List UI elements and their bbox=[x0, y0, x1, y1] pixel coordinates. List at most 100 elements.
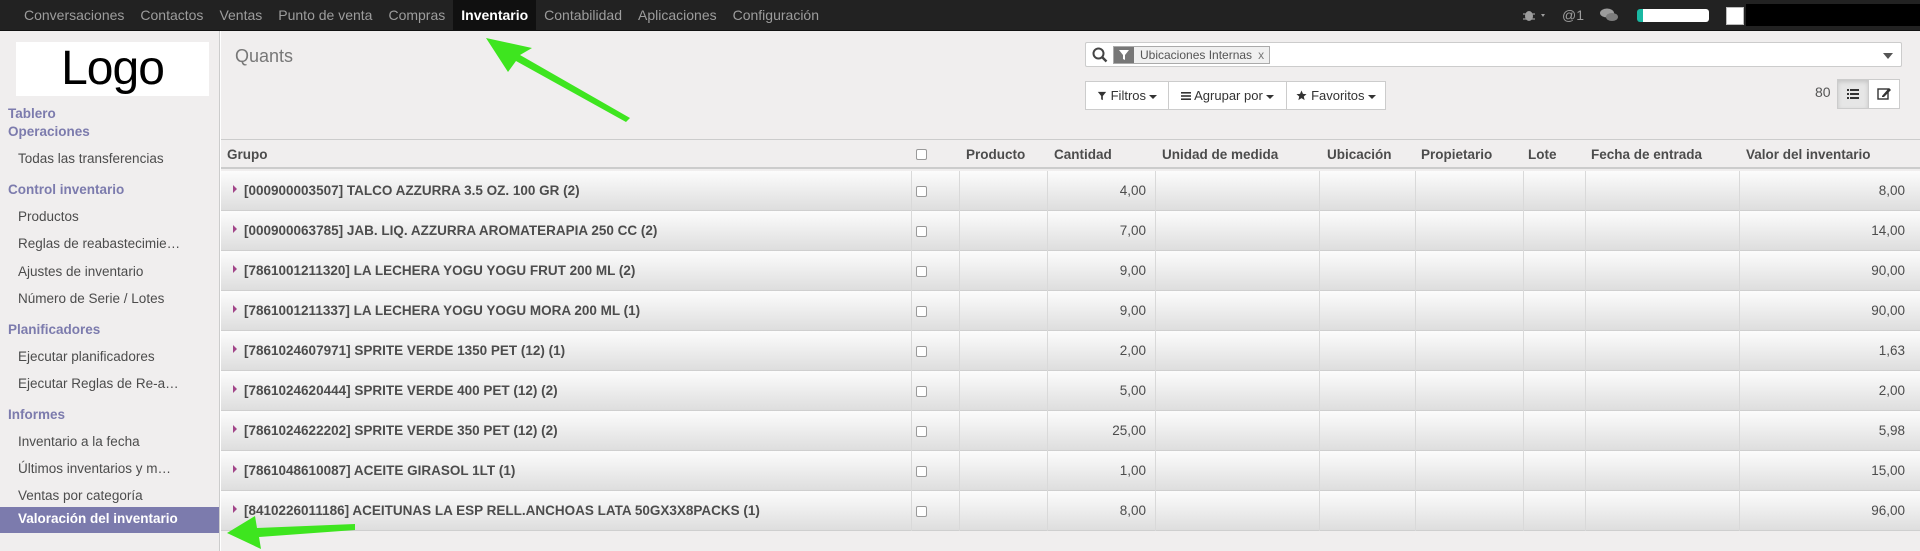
table-row[interactable]: [000900003507] TALCO AZZURRA 3.5 OZ. 100… bbox=[221, 171, 1920, 211]
col-fecha-entrada[interactable]: Fecha de entrada bbox=[1591, 147, 1702, 162]
expand-caret-icon[interactable] bbox=[233, 265, 237, 273]
annotation-arrow-top bbox=[486, 38, 630, 122]
table-row[interactable]: [7861024620444] SPRITE VERDE 400 PET (12… bbox=[221, 371, 1920, 411]
group-label[interactable]: [7861024607971] SPRITE VERDE 1350 PET (1… bbox=[244, 343, 565, 358]
column-divider bbox=[1585, 451, 1586, 491]
row-checkbox[interactable] bbox=[916, 226, 927, 237]
expand-caret-icon[interactable] bbox=[233, 385, 237, 393]
search-icon[interactable] bbox=[1092, 47, 1108, 63]
filters-label: Filtros bbox=[1110, 88, 1146, 103]
column-divider bbox=[1319, 371, 1320, 411]
row-checkbox[interactable] bbox=[916, 266, 927, 277]
form-view-button[interactable] bbox=[1868, 79, 1900, 109]
menu-inventario[interactable]: Inventario bbox=[453, 0, 537, 30]
mentions-counter[interactable]: @1 bbox=[1562, 7, 1584, 23]
col-grupo[interactable]: Grupo bbox=[227, 147, 268, 162]
sidebar-item-todas-transferencias[interactable]: Todas las transferencias bbox=[18, 151, 164, 166]
menu-configuracion[interactable]: Configuración bbox=[725, 0, 827, 30]
user-menu[interactable] bbox=[1746, 4, 1920, 26]
star-icon bbox=[1296, 88, 1311, 103]
expand-caret-icon[interactable] bbox=[233, 185, 237, 193]
menu-compras[interactable]: Compras bbox=[380, 0, 453, 30]
expand-caret-icon[interactable] bbox=[233, 305, 237, 313]
sidebar-item-ventas-categoria[interactable]: Ventas por categoría bbox=[18, 488, 143, 503]
column-divider bbox=[1739, 491, 1740, 531]
group-by-button[interactable]: Agrupar por bbox=[1168, 81, 1287, 110]
menu-punto-de-venta[interactable]: Punto de venta bbox=[270, 0, 380, 30]
facet-remove-icon[interactable]: x bbox=[1258, 47, 1269, 63]
search-bar[interactable]: Ubicaciones Internas x bbox=[1085, 42, 1902, 67]
user-avatar[interactable] bbox=[1726, 7, 1744, 25]
expand-caret-icon[interactable] bbox=[233, 345, 237, 353]
row-checkbox[interactable] bbox=[916, 306, 927, 317]
list-view-button[interactable] bbox=[1837, 79, 1869, 109]
quantity-cell: 7,00 bbox=[1119, 223, 1146, 238]
filters-button[interactable]: Filtros bbox=[1085, 81, 1169, 110]
sidebar-item-inventario-fecha[interactable]: Inventario a la fecha bbox=[18, 434, 140, 449]
group-label[interactable]: [000900063785] JAB. LIQ. AZZURRA AROMATE… bbox=[244, 223, 657, 238]
table-row[interactable]: [000900063785] JAB. LIQ. AZZURRA AROMATE… bbox=[221, 211, 1920, 251]
sidebar-item-ajustes-inventario[interactable]: Ajustes de inventario bbox=[18, 264, 143, 279]
sidebar-item-productos[interactable]: Productos bbox=[18, 209, 79, 224]
expand-caret-icon[interactable] bbox=[233, 465, 237, 473]
quantity-cell: 9,00 bbox=[1119, 303, 1146, 318]
search-dropdown-icon[interactable] bbox=[1883, 53, 1893, 59]
menu-contactos[interactable]: Contactos bbox=[132, 0, 211, 30]
col-propietario[interactable]: Propietario bbox=[1421, 147, 1492, 162]
menu-aplicaciones[interactable]: Aplicaciones bbox=[630, 0, 725, 30]
col-valor-inventario[interactable]: Valor del inventario bbox=[1746, 147, 1871, 162]
column-divider bbox=[1523, 171, 1524, 211]
col-producto[interactable]: Producto bbox=[966, 147, 1025, 162]
sidebar-item-valoracion-inventario[interactable]: Valoración del inventario bbox=[0, 507, 219, 533]
table-row[interactable]: [7861001211337] LA LECHERA YOGU YOGU MOR… bbox=[221, 291, 1920, 331]
expand-caret-icon[interactable] bbox=[233, 225, 237, 233]
column-divider bbox=[959, 331, 960, 371]
quantity-cell: 4,00 bbox=[1119, 183, 1146, 198]
group-label[interactable]: [7861048610087] ACEITE GIRASOL 1LT (1) bbox=[244, 463, 515, 478]
favorites-button[interactable]: Favoritos bbox=[1286, 81, 1386, 110]
menu-conversaciones[interactable]: Conversaciones bbox=[16, 0, 132, 30]
select-all-checkbox[interactable] bbox=[916, 149, 927, 160]
sidebar-item-ejecutar-planificadores[interactable]: Ejecutar planificadores bbox=[18, 349, 155, 364]
group-label[interactable]: [7861001211320] LA LECHERA YOGU YOGU FRU… bbox=[244, 263, 635, 278]
col-unidad-medida[interactable]: Unidad de medida bbox=[1162, 147, 1278, 162]
table-row[interactable]: [8410226011186] ACEITUNAS LA ESP RELL.AN… bbox=[221, 491, 1920, 531]
column-divider bbox=[1155, 331, 1156, 371]
row-checkbox[interactable] bbox=[916, 386, 927, 397]
col-ubicacion[interactable]: Ubicación bbox=[1327, 147, 1392, 162]
group-label[interactable]: [000900003507] TALCO AZZURRA 3.5 OZ. 100… bbox=[244, 183, 580, 198]
menu-ventas[interactable]: Ventas bbox=[211, 0, 270, 30]
sidebar-item-tablero[interactable]: Tablero bbox=[8, 106, 56, 121]
annotation-arrow-bottom bbox=[227, 516, 355, 549]
table-row[interactable]: [7861024607971] SPRITE VERDE 1350 PET (1… bbox=[221, 331, 1920, 371]
table-row[interactable]: [7861001211320] LA LECHERA YOGU YOGU FRU… bbox=[221, 251, 1920, 291]
column-divider bbox=[1155, 411, 1156, 451]
group-label[interactable]: [7861024620444] SPRITE VERDE 400 PET (12… bbox=[244, 383, 558, 398]
column-divider bbox=[959, 291, 960, 331]
company-logo[interactable]: Logo bbox=[16, 42, 209, 96]
column-divider bbox=[1415, 411, 1416, 451]
col-cantidad[interactable]: Cantidad bbox=[1054, 147, 1112, 162]
menu-contabilidad[interactable]: Contabilidad bbox=[536, 0, 630, 30]
sidebar-item-reglas-reabastecimiento[interactable]: Reglas de reabastecimie… bbox=[18, 236, 180, 251]
row-checkbox[interactable] bbox=[916, 506, 927, 517]
col-lote[interactable]: Lote bbox=[1528, 147, 1557, 162]
expand-caret-icon[interactable] bbox=[233, 425, 237, 433]
row-checkbox[interactable] bbox=[916, 426, 927, 437]
column-divider bbox=[1523, 291, 1524, 331]
table-row[interactable]: [7861024622202] SPRITE VERDE 350 PET (12… bbox=[221, 411, 1920, 451]
row-checkbox[interactable] bbox=[916, 346, 927, 357]
column-divider bbox=[1155, 371, 1156, 411]
table-row[interactable]: [7861048610087] ACEITE GIRASOL 1LT (1) 1,… bbox=[221, 451, 1920, 491]
column-divider bbox=[911, 171, 912, 211]
sidebar-item-ultimos-inventarios[interactable]: Últimos inventarios y m… bbox=[18, 461, 171, 476]
sidebar-item-numero-serie-lotes[interactable]: Número de Serie / Lotes bbox=[18, 291, 164, 306]
pager-value[interactable]: 80 bbox=[1815, 84, 1831, 100]
sidebar-item-ejecutar-reglas[interactable]: Ejecutar Reglas de Re-a… bbox=[18, 376, 179, 391]
chat-icon[interactable] bbox=[1600, 8, 1618, 22]
bug-icon[interactable] bbox=[1522, 7, 1552, 23]
group-label[interactable]: [7861001211337] LA LECHERA YOGU YOGU MOR… bbox=[244, 303, 640, 318]
row-checkbox[interactable] bbox=[916, 186, 927, 197]
row-checkbox[interactable] bbox=[916, 466, 927, 477]
group-label[interactable]: [7861024622202] SPRITE VERDE 350 PET (12… bbox=[244, 423, 558, 438]
